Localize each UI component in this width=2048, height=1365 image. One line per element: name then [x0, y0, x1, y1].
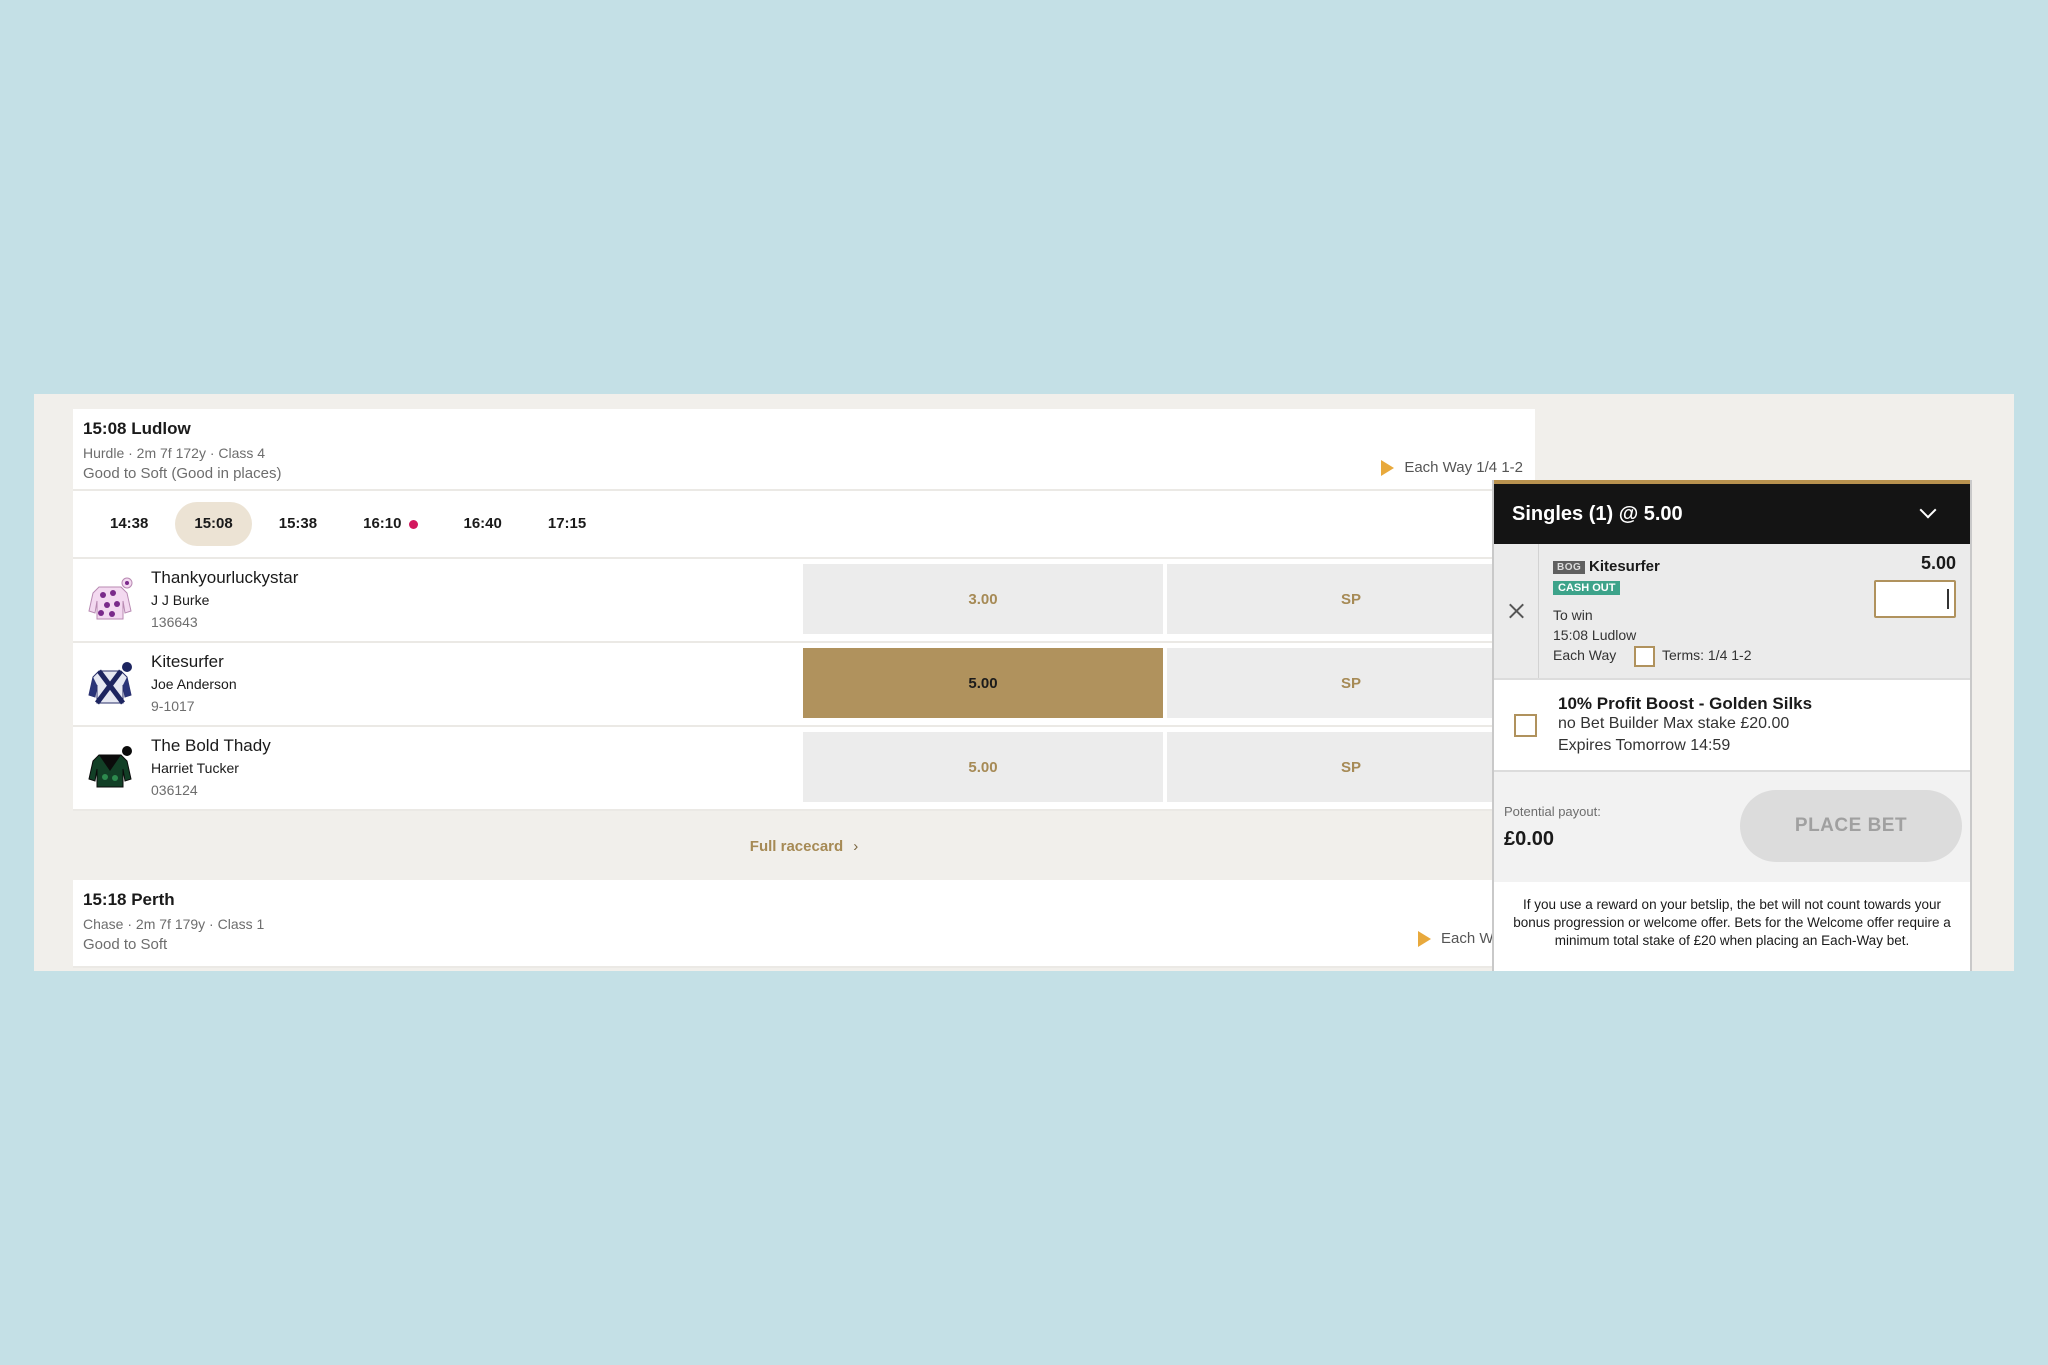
win-odds-button[interactable]: 3.00 — [803, 564, 1163, 634]
boost-details: no Bet Builder Max stake £20.00 — [1558, 715, 1790, 732]
runner-row: The Bold Thady Harriet Tucker 036124 5.0… — [73, 727, 1535, 811]
race-title: 15:18 Perth — [83, 890, 175, 909]
race-meta: Chase · 2m 7f 179y · Class 1 — [83, 916, 265, 932]
jockey-name: Joe Anderson — [151, 676, 237, 692]
jockey-name: Harriet Tucker — [151, 760, 239, 776]
each-way-terms: Terms: 1/4 1-2 — [1662, 647, 1752, 663]
race-time-tabs: 14:38 15:08 15:38 16:10 16:40 17:15 — [73, 491, 1535, 559]
betslip-title: Singles (1) @ 5.00 — [1512, 503, 1683, 525]
bet-type: To win — [1553, 607, 1593, 623]
tab-label: 15:08 — [194, 515, 233, 532]
runner-form: 036124 — [151, 782, 198, 798]
runner-form: 136643 — [151, 614, 198, 630]
bog-badge: BOG — [1553, 561, 1586, 574]
tab-label: 16:10 — [363, 515, 402, 532]
tab-race-time[interactable]: 15:38 — [260, 502, 336, 546]
tab-label: 15:38 — [278, 515, 318, 532]
tab-race-time-active[interactable]: 15:08 — [175, 502, 252, 546]
race-header: 15:08 Ludlow Hurdle · 2m 7f 172y · Class… — [73, 409, 1535, 491]
full-racecard-label: Full racecard — [749, 838, 844, 855]
chevron-down-icon[interactable] — [1919, 501, 1937, 519]
full-racecard-link[interactable]: Full racecard › — [73, 838, 1535, 855]
profit-boost-offer: 10% Profit Boost - Golden Silks no Bet B… — [1494, 680, 1970, 772]
runner-name[interactable]: Thankyourluckystar — [151, 568, 298, 588]
play-arrow-icon — [1418, 930, 1431, 947]
selection-name: Kitesurfer — [1589, 558, 1660, 575]
each-way-terms[interactable]: Each Way 1/4 1-2 — [1381, 459, 1523, 476]
race-header-next: 15:18 Perth Chase · 2m 7f 179y · Class 1… — [73, 880, 1535, 968]
runner-name[interactable]: The Bold Thady — [151, 736, 271, 756]
jockey-silk-icon — [88, 746, 132, 788]
runner-row: Thankyourluckystar J J Burke 136643 3.00… — [73, 559, 1535, 643]
jockey-silk-icon — [88, 577, 133, 620]
race-going: Good to Soft (Good in places) — [83, 465, 282, 482]
sp-odds-button[interactable]: SP — [1167, 564, 1535, 634]
tab-label: 16:40 — [463, 515, 502, 532]
each-way-label: Each Way 1/4 1-2 — [1404, 459, 1523, 476]
race-title: 15:08 Ludlow — [83, 419, 191, 438]
close-icon[interactable] — [1494, 544, 1539, 678]
win-odds-button[interactable]: 5.00 — [803, 732, 1163, 802]
tab-label: 17:15 — [547, 515, 587, 532]
boost-title: 10% Profit Boost - Golden Silks — [1558, 694, 1813, 713]
play-arrow-icon — [1381, 459, 1395, 476]
race-card: 15:08 Ludlow Hurdle · 2m 7f 172y · Class… — [73, 409, 1535, 855]
payout-section: Potential payout: £0.00 PLACE BET — [1494, 772, 1970, 882]
place-bet-button[interactable]: PLACE BET — [1740, 790, 1962, 862]
selection-price: 5.00 — [1920, 553, 1956, 573]
live-indicator-icon — [408, 519, 418, 529]
tab-label: 14:38 — [110, 515, 149, 532]
sp-odds-button[interactable]: SP — [1167, 648, 1535, 718]
race-going: Good to Soft — [83, 936, 168, 953]
win-odds-button-selected[interactable]: 5.00 — [803, 648, 1163, 718]
jockey-silk-icon — [88, 662, 132, 705]
payout-value: £0.00 — [1504, 828, 1555, 850]
profit-boost-checkbox[interactable] — [1514, 714, 1537, 737]
runner-row: Kitesurfer Joe Anderson 9-1017 5.00 SP — [73, 643, 1535, 727]
betslip-panel: Singles (1) @ 5.00 BOG Kitesurfer CASH O… — [1492, 480, 1972, 971]
sp-odds-button[interactable]: SP — [1167, 732, 1535, 802]
tab-race-time[interactable]: 14:38 — [91, 502, 167, 546]
tab-race-time[interactable]: 17:15 — [529, 502, 605, 546]
stake-input[interactable] — [1874, 580, 1956, 618]
each-way-checkbox[interactable] — [1634, 646, 1655, 667]
chevron-right-icon: › — [853, 838, 859, 855]
reward-terms-text: If you use a reward on your betslip, the… — [1494, 882, 1970, 971]
tab-race-time[interactable]: 16:10 — [344, 502, 436, 546]
selection-race: 15:08 Ludlow — [1553, 627, 1637, 643]
tab-race-time[interactable]: 16:40 — [445, 502, 521, 546]
jockey-name: J J Burke — [151, 592, 210, 608]
payout-label: Potential payout: — [1504, 804, 1601, 819]
app-frame: 15:08 Ludlow Hurdle · 2m 7f 172y · Class… — [34, 394, 2014, 971]
betslip-header[interactable]: Singles (1) @ 5.00 — [1494, 484, 1970, 544]
runner-name[interactable]: Kitesurfer — [151, 652, 224, 672]
each-way-label: Each Way — [1553, 647, 1617, 663]
betslip-selection: BOG Kitesurfer CASH OUT To win 15:08 Lud… — [1494, 544, 1970, 680]
race-meta: Hurdle · 2m 7f 172y · Class 4 — [83, 445, 266, 461]
boost-expiry: Expires Tomorrow 14:59 — [1558, 737, 1731, 754]
runner-form: 9-1017 — [151, 698, 195, 714]
cash-out-badge: CASH OUT — [1553, 581, 1621, 595]
